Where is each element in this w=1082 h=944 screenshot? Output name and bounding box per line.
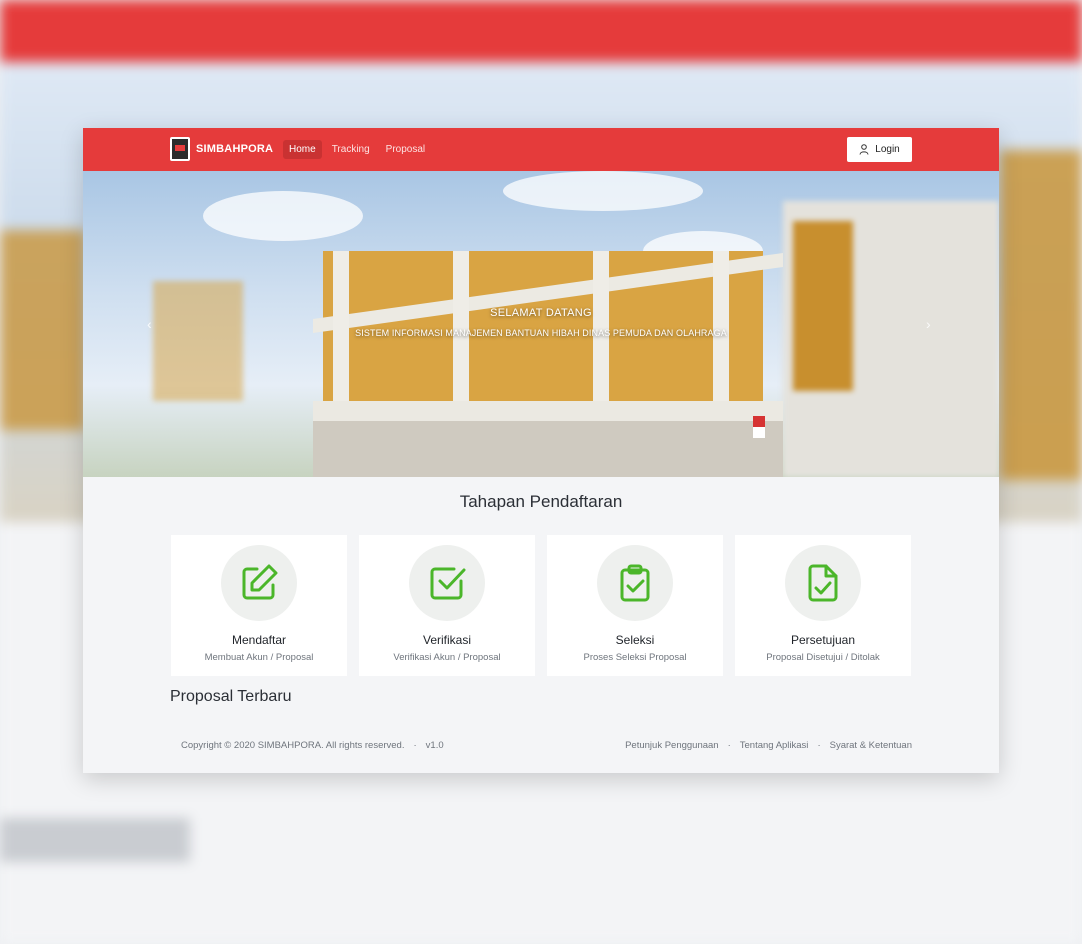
footer-separator: ·: [727, 740, 731, 751]
step-subtitle: Proses Seleksi Proposal: [583, 652, 687, 663]
clipboard-check-icon: [597, 545, 673, 621]
step-subtitle: Proposal Disetujui / Ditolak: [766, 652, 880, 663]
hero-title: SELAMAT DATANG: [490, 307, 592, 319]
nav-tracking[interactable]: Tracking: [326, 140, 376, 159]
step-subtitle: Membuat Akun / Proposal: [204, 652, 314, 663]
brand[interactable]: SIMBAHPORA: [170, 137, 273, 161]
version-text: v1.0: [425, 740, 444, 751]
edit-icon: [221, 545, 297, 621]
app-window: SIMBAHPORA Home Tracking Proposal Login: [83, 128, 999, 773]
step-title: Persetujuan: [790, 633, 856, 647]
chevron-right-icon[interactable]: ›: [926, 316, 931, 332]
footer-link-syarat[interactable]: Syarat & Ketentuan: [830, 740, 912, 751]
steps-cards: Mendaftar Membuat Akun / Proposal Verifi…: [171, 535, 911, 676]
file-check-icon: [785, 545, 861, 621]
step-title: Seleksi: [615, 633, 655, 647]
hero-carousel: SELAMAT DATANG SISTEM INFORMASI MANAJEME…: [83, 171, 999, 477]
login-button[interactable]: Login: [847, 137, 912, 162]
steps-title: Tahapan Pendaftaran: [459, 492, 623, 511]
step-title: Verifikasi: [422, 633, 472, 647]
login-label: Login: [875, 144, 900, 155]
step-title: Mendaftar: [231, 633, 287, 647]
footer-separator: ·: [413, 740, 417, 751]
brand-logo-icon: [170, 137, 190, 161]
check-square-icon: [409, 545, 485, 621]
step-card-verifikasi: Verifikasi Verifikasi Akun / Proposal: [359, 535, 535, 676]
footer-link-tentang[interactable]: Tentang Aplikasi: [740, 740, 809, 751]
user-icon: [859, 144, 869, 155]
navbar: SIMBAHPORA Home Tracking Proposal Login: [83, 128, 999, 171]
footer-link-petunjuk[interactable]: Petunjuk Penggunaan: [625, 740, 719, 751]
building-image-left: [153, 281, 243, 401]
building-image-right: [783, 201, 999, 477]
footer-separator: ·: [817, 740, 821, 751]
nav-proposal[interactable]: Proposal: [380, 140, 431, 159]
copyright-text: Copyright © 2020 SIMBAHPORA. All rights …: [181, 740, 405, 751]
hero-caption: SELAMAT DATANG SISTEM INFORMASI MANAJEME…: [83, 307, 999, 338]
latest-proposals-title: Proposal Terbaru: [170, 688, 292, 705]
nav-links: Home Tracking Proposal: [283, 140, 435, 159]
step-subtitle: Verifikasi Akun / Proposal: [393, 652, 501, 663]
step-card-persetujuan: Persetujuan Proposal Disetujui / Ditolak: [735, 535, 911, 676]
nav-home[interactable]: Home: [283, 140, 322, 159]
step-card-mendaftar: Mendaftar Membuat Akun / Proposal: [171, 535, 347, 676]
chevron-left-icon[interactable]: ‹: [147, 316, 152, 332]
step-card-seleksi: Seleksi Proses Seleksi Proposal: [547, 535, 723, 676]
brand-name: SIMBAHPORA: [196, 143, 274, 155]
hero-subtitle: SISTEM INFORMASI MANAJEMEN BANTUAN HIBAH…: [355, 328, 727, 338]
flag-icon: [753, 416, 765, 438]
